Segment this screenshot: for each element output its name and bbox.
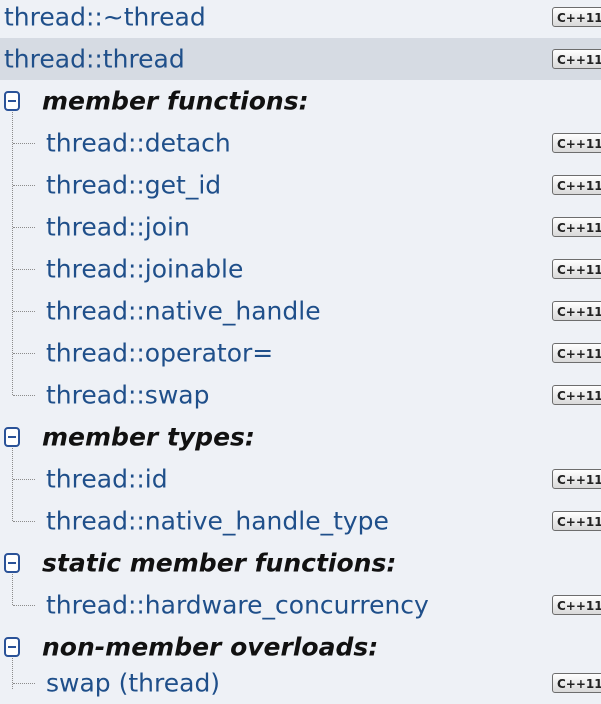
cpp11-badge: C++11 — [552, 343, 601, 363]
tree-item-destructor[interactable]: thread::~thread C++11 — [0, 0, 601, 38]
cpp11-badge: C++11 — [552, 175, 601, 195]
cpp11-badge: C++11 — [552, 385, 601, 405]
tree-branch-line — [13, 311, 35, 312]
cpp11-badge: C++11 — [552, 301, 601, 321]
tree-branch-line — [13, 395, 35, 396]
tree-item-join[interactable]: thread::join C++11 — [0, 206, 601, 248]
tree-item-label[interactable]: thread::native_handle — [46, 299, 321, 324]
tree-item-hardware-concurrency[interactable]: thread::hardware_concurrency C++11 — [0, 584, 601, 626]
section-member-functions: member functions: — [0, 80, 601, 122]
tree-item-label[interactable]: thread::id — [46, 467, 168, 492]
tree-item-label[interactable]: thread::get_id — [46, 173, 221, 198]
tree-item-constructor[interactable]: thread::thread C++11 — [0, 38, 601, 80]
tree-item-get-id[interactable]: thread::get_id C++11 — [0, 164, 601, 206]
collapse-toggle-icon[interactable] — [4, 91, 20, 111]
collapse-toggle-icon[interactable] — [4, 637, 20, 657]
tree-item-label[interactable]: thread::hardware_concurrency — [46, 593, 429, 618]
cpp11-badge: C++11 — [552, 595, 601, 615]
tree-item-label[interactable]: thread::swap — [46, 383, 209, 408]
tree-branch-line — [13, 605, 35, 606]
tree-branch-line — [13, 143, 35, 144]
tree-branch-line — [13, 269, 35, 270]
section-static-member-functions: static member functions: — [0, 542, 601, 584]
tree-item-label[interactable]: thread::join — [46, 215, 190, 240]
tree-item-operator-assign[interactable]: thread::operator= C++11 — [0, 332, 601, 374]
cpp11-badge: C++11 — [552, 217, 601, 237]
tree-branch-line — [13, 227, 35, 228]
cpp11-badge: C++11 — [552, 133, 601, 153]
tree-item-native-handle-type[interactable]: thread::native_handle_type C++11 — [0, 500, 601, 542]
tree-item-detach[interactable]: thread::detach C++11 — [0, 122, 601, 164]
tree-branch-line — [13, 521, 35, 522]
tree-item-label[interactable]: thread::~thread — [4, 5, 206, 30]
tree-item-native-handle[interactable]: thread::native_handle C++11 — [0, 290, 601, 332]
tree-branch-line — [13, 479, 35, 480]
tree-item-id[interactable]: thread::id C++11 — [0, 458, 601, 500]
tree-item-joinable[interactable]: thread::joinable C++11 — [0, 248, 601, 290]
section-title: member functions: — [42, 86, 309, 116]
cpp11-badge: C++11 — [552, 49, 601, 69]
tree-item-swap-thread[interactable]: swap (thread) C++11 — [0, 662, 601, 704]
tree-item-label[interactable]: thread::detach — [46, 131, 231, 156]
tree-branch-line — [13, 353, 35, 354]
collapse-toggle-icon[interactable] — [4, 553, 20, 573]
tree-item-swap[interactable]: thread::swap C++11 — [0, 374, 601, 416]
tree-item-label[interactable]: thread::native_handle_type — [46, 509, 389, 534]
tree-item-label[interactable]: thread::joinable — [46, 257, 243, 282]
cpp11-badge: C++11 — [552, 7, 601, 27]
cpp11-badge: C++11 — [552, 469, 601, 489]
tree-item-label[interactable]: thread::thread — [4, 47, 185, 72]
tree-item-label[interactable]: thread::operator= — [46, 341, 273, 366]
section-title: non-member overloads: — [42, 632, 379, 662]
section-title: static member functions: — [42, 548, 397, 578]
collapse-toggle-icon[interactable] — [4, 427, 20, 447]
tree-item-label[interactable]: swap (thread) — [46, 671, 220, 696]
tree-branch-line — [13, 683, 35, 684]
section-title: member types: — [42, 422, 255, 452]
tree-branch-line — [13, 185, 35, 186]
cpp11-badge: C++11 — [552, 259, 601, 279]
cpp11-badge: C++11 — [552, 511, 601, 531]
cpp11-badge: C++11 — [552, 673, 601, 693]
section-member-types: member types: — [0, 416, 601, 458]
reference-tree: thread::~thread C++11 thread::thread C++… — [0, 0, 601, 704]
